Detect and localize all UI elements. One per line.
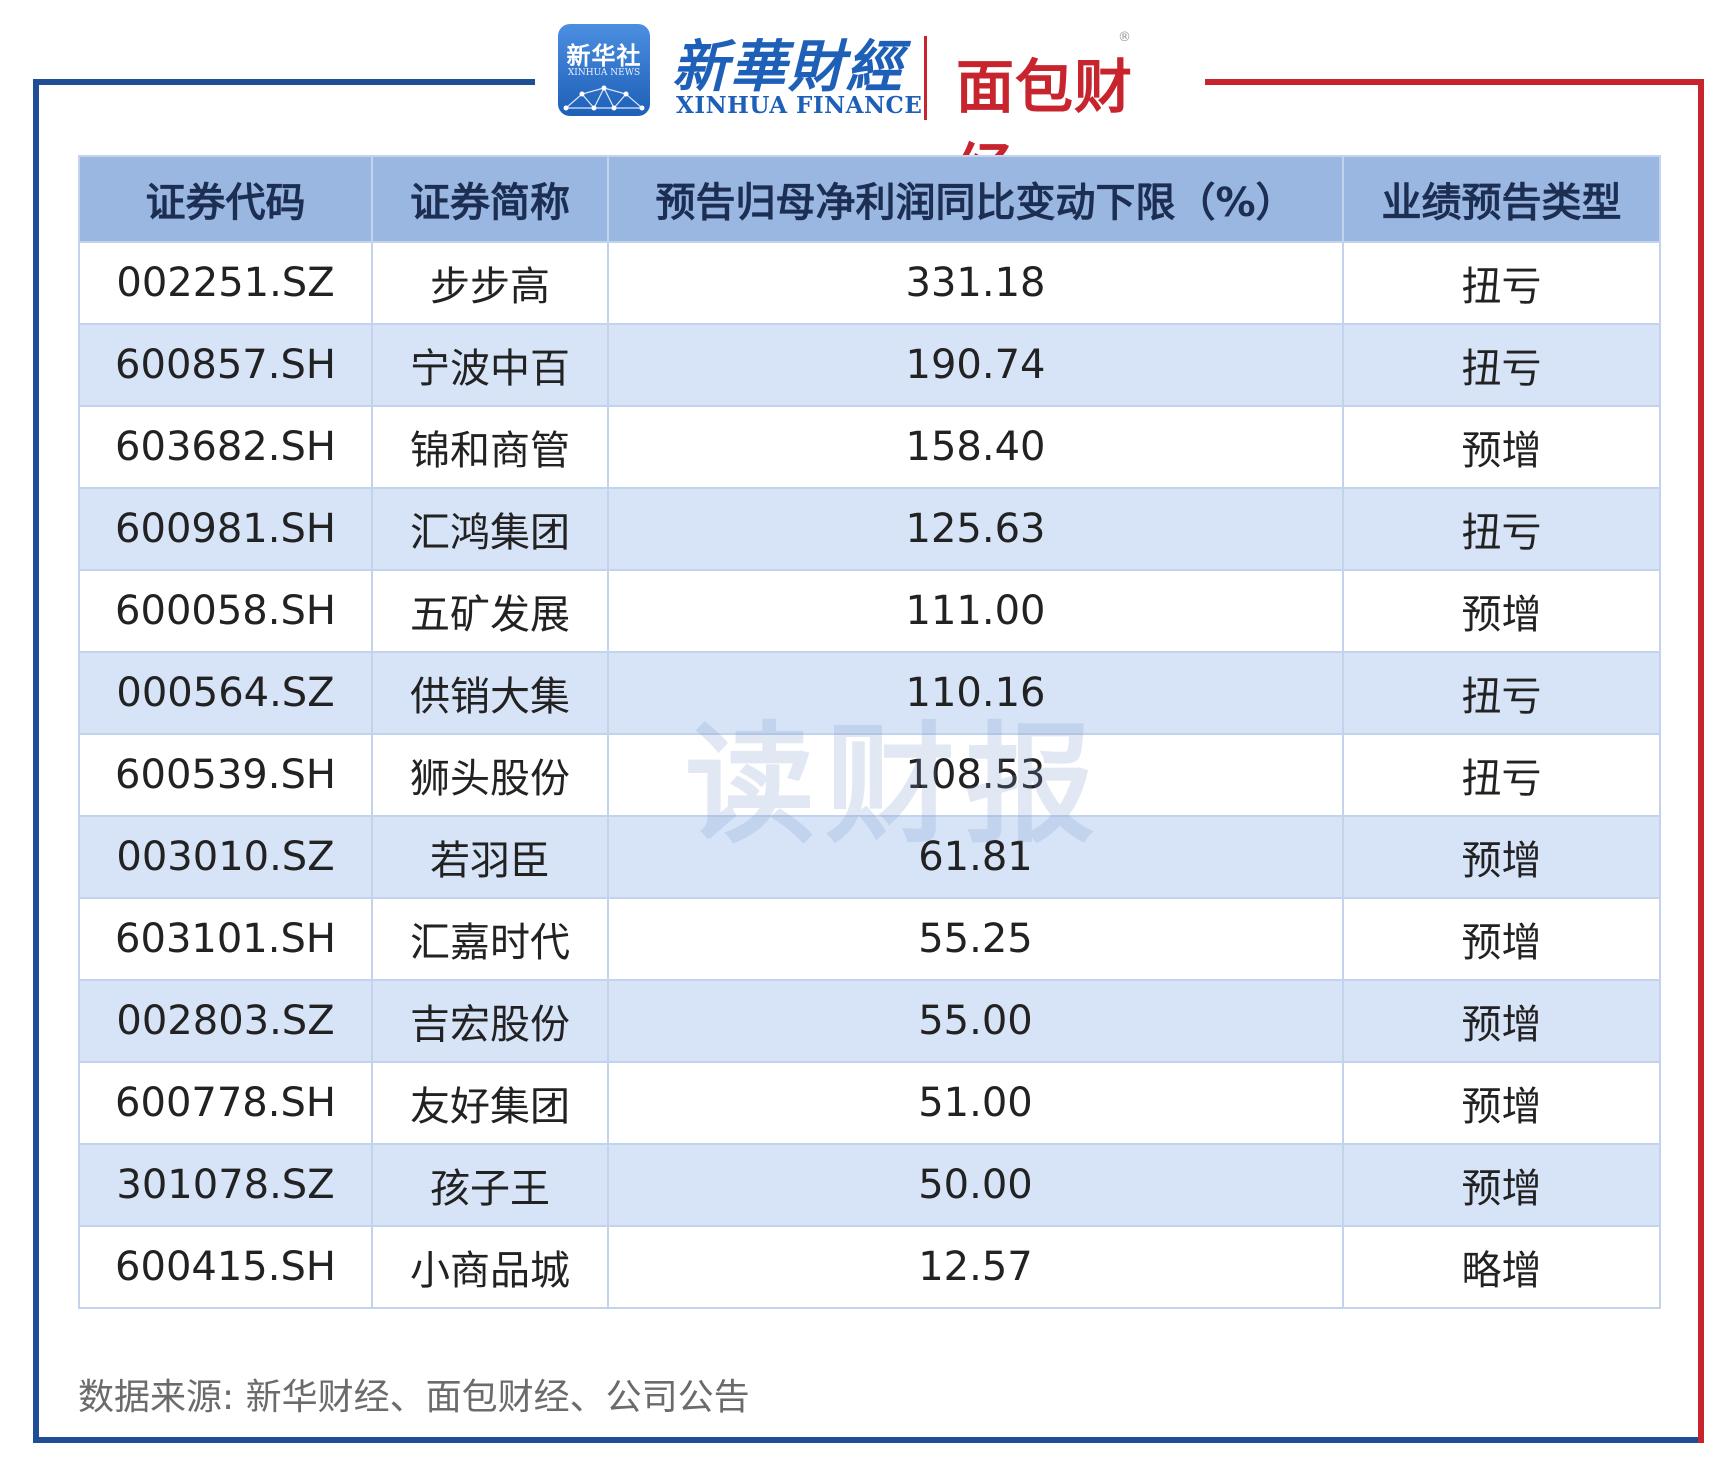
cell-name: 步步高 xyxy=(372,242,608,324)
cell-name: 宁波中百 xyxy=(372,324,608,406)
cell-change: 158.40 xyxy=(608,406,1343,488)
frame-right-red xyxy=(1698,79,1704,1443)
table-row: 002803.SZ吉宏股份55.00预增 xyxy=(79,980,1660,1062)
network-globe-icon xyxy=(558,78,650,116)
data-source-note: 数据来源: 新华财经、面包财经、公司公告 xyxy=(78,1368,750,1420)
cell-change: 125.63 xyxy=(608,488,1343,570)
table-row: 600981.SH汇鸿集团125.63扭亏 xyxy=(79,488,1660,570)
cell-type: 略增 xyxy=(1343,1226,1660,1308)
cell-type: 预增 xyxy=(1343,898,1660,980)
table-header-row: 证券代码 证券简称 预告归母净利润同比变动下限（%） 业绩预告类型 xyxy=(79,156,1660,242)
cell-code: 603101.SH xyxy=(79,898,372,980)
table-row: 600778.SH友好集团51.00预增 xyxy=(79,1062,1660,1144)
table-row: 301078.SZ孩子王50.00预增 xyxy=(79,1144,1660,1226)
cell-type: 预增 xyxy=(1343,816,1660,898)
cell-name: 锦和商管 xyxy=(372,406,608,488)
registered-mark: ® xyxy=(1118,30,1131,45)
logo-divider xyxy=(924,36,927,120)
cell-change: 55.00 xyxy=(608,980,1343,1062)
cell-change: 55.25 xyxy=(608,898,1343,980)
cell-code: 000564.SZ xyxy=(79,652,372,734)
cell-name: 若羽臣 xyxy=(372,816,608,898)
cell-type: 扭亏 xyxy=(1343,652,1660,734)
table-row: 600415.SH小商品城12.57略增 xyxy=(79,1226,1660,1308)
cell-type: 预增 xyxy=(1343,980,1660,1062)
xinhua-badge-en: XINHUA NEWS xyxy=(558,68,650,78)
frame-left-blue xyxy=(33,79,39,1443)
cell-type: 预增 xyxy=(1343,1144,1660,1226)
cell-name: 孩子王 xyxy=(372,1144,608,1226)
cell-change: 61.81 xyxy=(608,816,1343,898)
cell-type: 扭亏 xyxy=(1343,324,1660,406)
table-row: 002251.SZ步步高331.18扭亏 xyxy=(79,242,1660,324)
cell-code: 002803.SZ xyxy=(79,980,372,1062)
cell-type: 扭亏 xyxy=(1343,488,1660,570)
cell-change: 110.16 xyxy=(608,652,1343,734)
cell-code: 301078.SZ xyxy=(79,1144,372,1226)
cell-change: 50.00 xyxy=(608,1144,1343,1226)
cell-change: 51.00 xyxy=(608,1062,1343,1144)
cell-name: 友好集团 xyxy=(372,1062,608,1144)
xinhua-finance-logo-cn: 新華財經 xyxy=(672,22,904,103)
cell-change: 111.00 xyxy=(608,570,1343,652)
header-security-name: 证券简称 xyxy=(372,156,608,242)
cell-code: 600857.SH xyxy=(79,324,372,406)
cell-type: 预增 xyxy=(1343,570,1660,652)
cell-change: 331.18 xyxy=(608,242,1343,324)
table-row: 000564.SZ供销大集110.16扭亏 xyxy=(79,652,1660,734)
table-row: 603101.SH汇嘉时代55.25预增 xyxy=(79,898,1660,980)
frame-bottom-blue xyxy=(33,1437,1698,1443)
cell-name: 狮头股份 xyxy=(372,734,608,816)
cell-type: 预增 xyxy=(1343,406,1660,488)
cell-type: 扭亏 xyxy=(1343,242,1660,324)
cell-name: 汇嘉时代 xyxy=(372,898,608,980)
cell-code: 600415.SH xyxy=(79,1226,372,1308)
cell-change: 108.53 xyxy=(608,734,1343,816)
cell-code: 600778.SH xyxy=(79,1062,372,1144)
header-profit-change-lower-bound: 预告归母净利润同比变动下限（%） xyxy=(608,156,1343,242)
cell-name: 吉宏股份 xyxy=(372,980,608,1062)
cell-code: 600058.SH xyxy=(79,570,372,652)
cell-type: 扭亏 xyxy=(1343,734,1660,816)
cell-code: 600539.SH xyxy=(79,734,372,816)
cell-change: 12.57 xyxy=(608,1226,1343,1308)
cell-name: 供销大集 xyxy=(372,652,608,734)
xinhua-badge-cn: 新华社 xyxy=(558,36,650,71)
table-row: 600857.SH宁波中百190.74扭亏 xyxy=(79,324,1660,406)
cell-name: 五矿发展 xyxy=(372,570,608,652)
cell-code: 002251.SZ xyxy=(79,242,372,324)
cell-type: 预增 xyxy=(1343,1062,1660,1144)
xinhua-news-logo: 新华社 XINHUA NEWS xyxy=(558,24,650,116)
earnings-forecast-table: 证券代码 证券简称 预告归母净利润同比变动下限（%） 业绩预告类型 002251… xyxy=(78,155,1661,1309)
table-row: 003010.SZ若羽臣61.81预增 xyxy=(79,816,1660,898)
table-row: 600539.SH狮头股份108.53扭亏 xyxy=(79,734,1660,816)
cell-change: 190.74 xyxy=(608,324,1343,406)
table-row: 603682.SH锦和商管158.40预增 xyxy=(79,406,1660,488)
header-forecast-type: 业绩预告类型 xyxy=(1343,156,1660,242)
frame-top-left-blue xyxy=(33,79,535,85)
header-security-code: 证券代码 xyxy=(79,156,372,242)
cell-code: 603682.SH xyxy=(79,406,372,488)
table-row: 600058.SH五矿发展111.00预增 xyxy=(79,570,1660,652)
cell-code: 003010.SZ xyxy=(79,816,372,898)
frame-top-right-red xyxy=(1205,79,1704,85)
logo-bar: 新华社 XINHUA NEWS 新華財經 XINHUA FINANCE 面包财经… xyxy=(558,22,1188,122)
cell-name: 汇鸿集团 xyxy=(372,488,608,570)
cell-name: 小商品城 xyxy=(372,1226,608,1308)
cell-code: 600981.SH xyxy=(79,488,372,570)
xinhua-finance-logo-en: XINHUA FINANCE xyxy=(676,92,922,119)
